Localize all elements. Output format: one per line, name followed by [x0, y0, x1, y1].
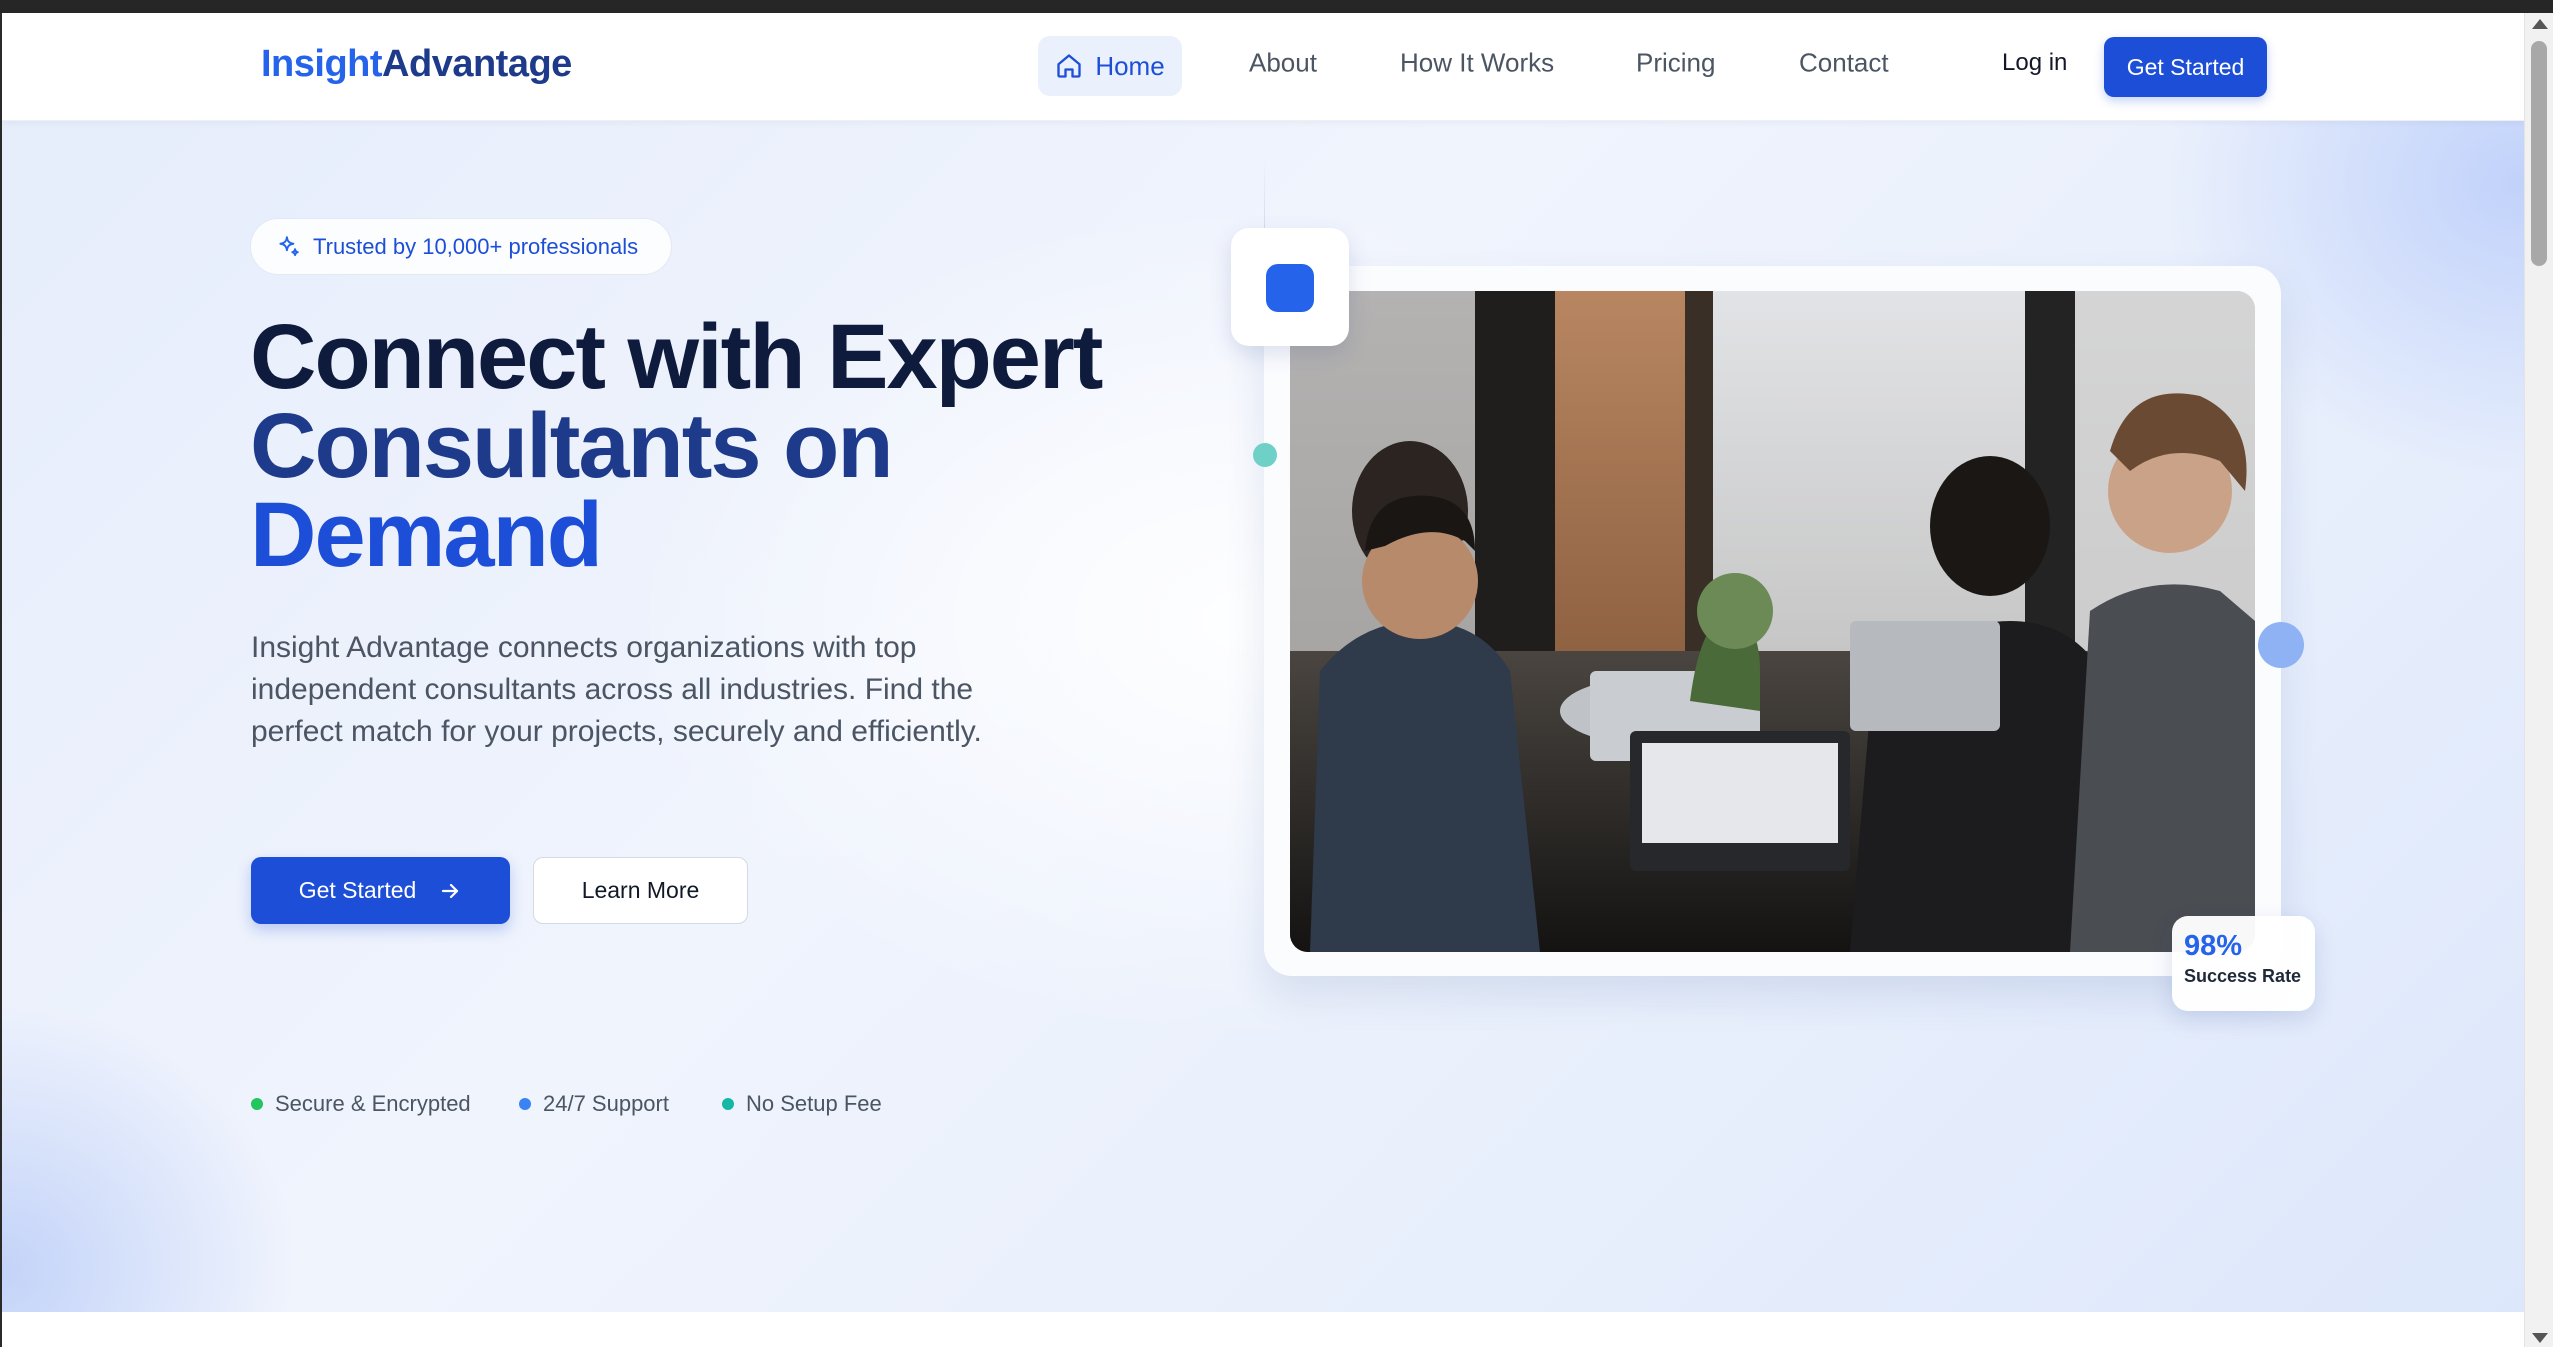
- status-dot-green: [251, 1098, 263, 1110]
- nav-home-link[interactable]: Home: [1038, 36, 1182, 96]
- success-rate-value: 98%: [2184, 930, 2243, 962]
- logo-part-advantage: Advantage: [382, 43, 572, 85]
- trusted-badge-text: Trusted by 10,000+ professionals: [313, 233, 639, 259]
- nav-pricing-link[interactable]: Pricing: [1636, 48, 1715, 79]
- feature-secure: Secure & Encrypted: [251, 1091, 471, 1117]
- hero-description: Insight Advantage connects organizations…: [251, 631, 982, 748]
- blue-decorative-dot: [2258, 622, 2304, 668]
- get-started-button[interactable]: Get Started: [251, 857, 510, 924]
- feature-secure-label: Secure & Encrypted: [275, 1091, 471, 1116]
- scrollbar-thumb[interactable]: [2531, 41, 2547, 266]
- headline-line-1: Connect with Expert: [250, 306, 1103, 408]
- blue-square-icon: [1266, 264, 1314, 312]
- feature-no-setup-fee-label: No Setup Fee: [746, 1091, 882, 1116]
- status-dot-blue: [519, 1098, 531, 1110]
- arrow-right-icon: [438, 879, 462, 903]
- floating-icon-card: [1231, 228, 1349, 346]
- status-dot-teal: [722, 1098, 734, 1110]
- home-icon: [1055, 52, 1083, 80]
- headline-line-2: Consultants on: [250, 395, 894, 497]
- vertical-scrollbar[interactable]: [2524, 13, 2553, 1347]
- logo-part-insight: Insight: [261, 43, 383, 85]
- teal-decorative-dot: [1253, 443, 1277, 467]
- nav-contact-link[interactable]: Contact: [1799, 48, 1889, 79]
- team-meeting-photo: [1290, 291, 2255, 952]
- feature-support: 24/7 Support: [519, 1091, 669, 1117]
- trusted-badge: Trusted by 10,000+ professionals: [250, 218, 672, 275]
- feature-support-label: 24/7 Support: [543, 1091, 669, 1116]
- next-section-edge: [2, 1312, 2524, 1347]
- top-navigation: InsightAdvantage Home About How It Works…: [2, 13, 2524, 121]
- window-top-strip: [0, 0, 2553, 13]
- nav-about-link[interactable]: About: [1249, 48, 1317, 79]
- headline-line-3: Demand: [250, 484, 603, 586]
- scroll-down-arrow-icon[interactable]: [2532, 1333, 2548, 1343]
- scroll-up-arrow-icon[interactable]: [2532, 19, 2548, 29]
- logo[interactable]: InsightAdvantage: [261, 43, 572, 86]
- get-started-label: Get Started: [298, 877, 417, 903]
- learn-more-button[interactable]: Learn More: [533, 857, 748, 924]
- nav-how-it-works-link[interactable]: How It Works: [1400, 48, 1554, 79]
- success-rate-card: 98% Success Rate: [2172, 916, 2315, 1011]
- login-link[interactable]: Log in: [2002, 49, 2067, 77]
- hero-headline: Connect with Expert Consultants on Deman…: [250, 306, 1250, 586]
- nav-home-label: Home: [1095, 50, 1165, 81]
- sparkle-icon: [275, 234, 301, 260]
- nav-get-started-button[interactable]: Get Started: [2104, 37, 2267, 97]
- feature-no-setup-fee: No Setup Fee: [722, 1091, 882, 1117]
- success-rate-label: Success Rate: [2184, 966, 2302, 986]
- browser-viewport: InsightAdvantage Home About How It Works…: [2, 13, 2524, 1347]
